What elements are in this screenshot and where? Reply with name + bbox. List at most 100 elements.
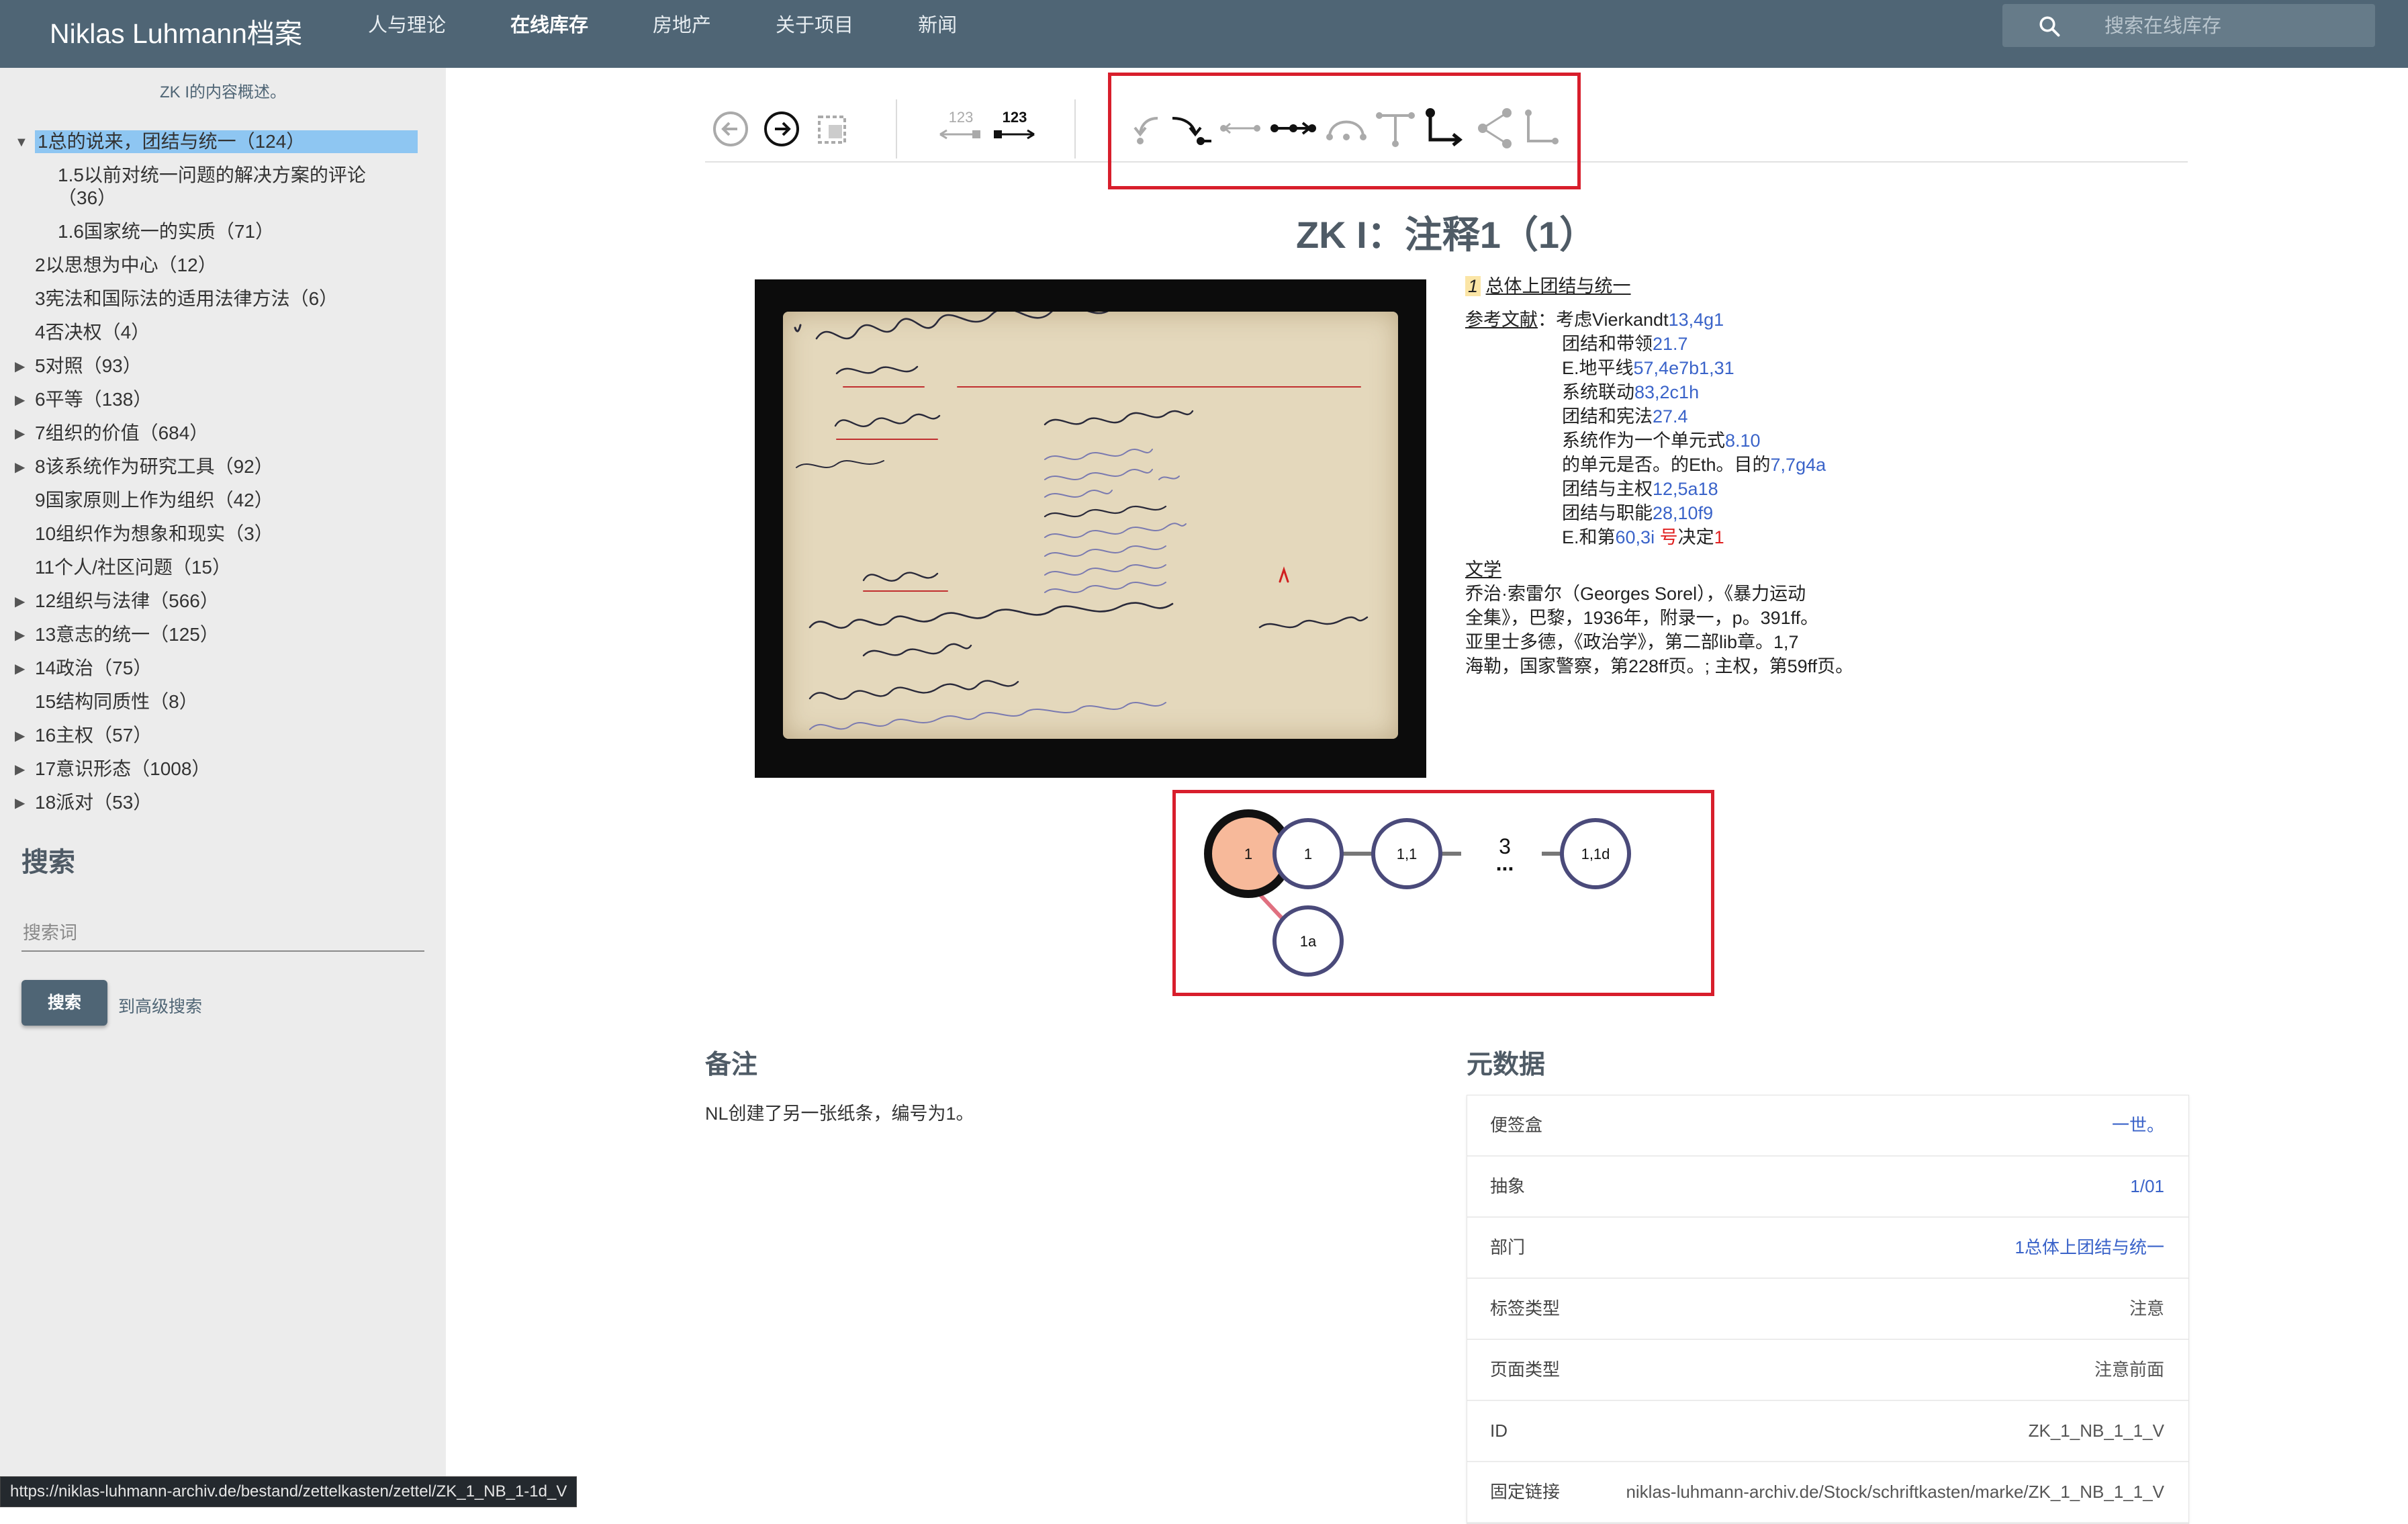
tree-item-16[interactable]: ▶ 16主权（57） [11, 719, 441, 752]
top-navigation-bar: Niklas Luhmann档案 人与理论 在线库存 房地产 关于项目 新闻 [0, 0, 2408, 68]
tree-item-8[interactable]: ▶ 8该系统作为研究工具（92） [11, 450, 441, 484]
caret-right-icon[interactable]: ▶ [15, 758, 25, 781]
tree-item-13[interactable]: ▶ 13意志的统一（125） [11, 618, 441, 652]
metadata-table: 便签盒 一世。 抽象 1/01 部门 1总体上团结与统一 标签类型 注意 页面类型 注意前… [1467, 1095, 2189, 1524]
handwriting-scan [794, 294, 1369, 730]
status-url-bar: https://niklas-luhmann-archiv.de/bestand… [0, 1476, 577, 1507]
transcript-ref-lead: 参考文献：考虑Vierkandt13,4g1 [1465, 310, 1724, 330]
tree-item-1-5[interactable]: 1.5以前对统一问题的解决方案的评论（36） [11, 159, 380, 215]
caret-right-icon[interactable]: ▶ [15, 355, 25, 378]
metadata-row: 抽象 1/01 [1467, 1157, 2188, 1218]
tree-item-12[interactable]: ▶ 12组织与法律（566） [11, 584, 441, 618]
caret-right-icon[interactable]: ▶ [15, 389, 25, 412]
tree-item-9[interactable]: 9国家原则上作为组织（42） [11, 484, 441, 517]
caret-down-icon[interactable]: ▼ [15, 131, 28, 154]
transcript-ref-line: 团结与职能28,10f9 [1562, 503, 1714, 523]
tree-item-7[interactable]: ▶ 7组织的价值（684） [11, 416, 441, 450]
tree-item-1[interactable]: ▼ 1总的说来，团结与统一（124） [11, 125, 441, 159]
back-arrow-icon[interactable] [710, 109, 751, 149]
tree-item-6[interactable]: ▶ 6平等（138） [11, 383, 441, 416]
transcript-ref-line: E.和第60,3i 号决定1 [1562, 527, 1724, 547]
tree-item-2[interactable]: 2以思想为中心（12） [11, 249, 441, 282]
caret-right-icon[interactable]: ▶ [15, 422, 25, 445]
transcript-ref-line: 的单元是否。的Eth。目的7,7g4a [1562, 455, 1826, 475]
sidebar-caption: ZK I的内容概述。 [159, 83, 286, 101]
tree-item-18[interactable]: ▶ 18派对（53） [11, 786, 441, 819]
ref-link[interactable]: 57,4e7b1,31 [1634, 358, 1734, 378]
tree-item-11[interactable]: 11个人/社区问题（15） [11, 551, 441, 584]
metadata-link[interactable]: 1总体上团结与统一 [2015, 1218, 2164, 1278]
ref-link[interactable]: 12,5a18 [1653, 479, 1718, 499]
ref-link[interactable]: 13,4g1 [1669, 310, 1724, 330]
note-card-image[interactable] [755, 279, 1426, 778]
transcript-ref-line: 团结和带领21.7 [1562, 334, 1688, 354]
ref-link[interactable]: 27.4 [1653, 406, 1688, 427]
nav-item-estate[interactable]: 房地产 [653, 0, 711, 68]
ref-link[interactable]: 8.10 [1725, 431, 1761, 451]
select-area-icon[interactable] [814, 110, 851, 148]
caret-right-icon[interactable]: ▶ [15, 624, 25, 647]
metadata-title: 元数据 [1467, 1050, 1546, 1079]
tree-item-4[interactable]: 4否决权（4） [11, 316, 441, 349]
transcript-heading: 总体上团结与统一 [1485, 276, 1631, 296]
sidebar-search-button[interactable]: 搜索 [21, 980, 107, 1026]
sidebar: ZK I的内容概述。 ▼ 1总的说来，团结与统一（124） 1.5以前对统一问题的… [0, 68, 446, 1506]
tree-item-1-6[interactable]: 1.6国家统一的实质（71） [11, 215, 380, 249]
notes-title: 备注 [705, 1050, 758, 1079]
ref-link[interactable]: 83,2c1h [1634, 382, 1699, 402]
transcript-ref-line: 团结与主权12,5a18 [1562, 479, 1718, 499]
caret-right-icon[interactable]: ▶ [15, 658, 25, 680]
note-card-paper [783, 294, 1398, 739]
site-brand[interactable]: Niklas Luhmann档案 [50, 9, 302, 58]
metadata-link[interactable]: 一世。 [2112, 1095, 2164, 1155]
metadata-link[interactable]: 1/01 [2130, 1157, 2164, 1216]
caret-right-icon[interactable]: ▶ [15, 725, 25, 748]
toolbar-divider [1074, 99, 1076, 159]
toolbar-divider [896, 99, 897, 159]
forward-arrow-icon[interactable] [761, 109, 802, 149]
nav-item-people-theory[interactable]: 人与理论 [368, 0, 446, 68]
transcript-ref-line: 系统联动83,2c1h [1562, 382, 1700, 402]
metadata-row: 部门 1总体上团结与统一 [1467, 1218, 2188, 1279]
main-nav: 人与理论 在线库存 房地产 关于项目 新闻 [368, 0, 1021, 68]
note-number-badge: 1 [1465, 276, 1481, 296]
page-title: ZK I：注释1（1） [1295, 214, 1597, 256]
ref-link[interactable]: 21.7 [1653, 334, 1688, 354]
nav-item-online-inventory[interactable]: 在线库存 [510, 0, 588, 68]
ref-link[interactable]: 7,7g4a [1771, 455, 1826, 475]
transcript-ref-line: E.地平线57,4e7b1,31 [1562, 358, 1734, 378]
caret-right-icon[interactable]: ▶ [15, 456, 25, 479]
advanced-search-link[interactable]: 到高级搜索 [118, 993, 202, 1018]
numbering-next-button[interactable]: 123 [991, 109, 1038, 149]
sidebar-search-title: 搜索 [21, 848, 75, 877]
tree-item-17[interactable]: ▶ 17意识形态（1008） [11, 752, 441, 786]
notes-text: NL创建了另一张纸条，编号为1。 [705, 1104, 974, 1124]
literature-line: 全集》，巴黎，1936年，附录一，p。391ff。 [1465, 608, 1819, 628]
literature-line: 海勒，国家警察，第228ff页。; 主权，第59ff页。 [1465, 656, 1854, 676]
nav-item-about[interactable]: 关于项目 [776, 0, 853, 68]
header-search-input[interactable] [2103, 11, 2361, 42]
caret-right-icon[interactable]: ▶ [15, 590, 25, 613]
metadata-row: 便签盒 一世。 [1467, 1095, 2188, 1157]
tree-item-14[interactable]: ▶ 14政治（75） [11, 652, 441, 685]
metadata-row: ID ZK_1_NB_1_1_V [1467, 1401, 2188, 1462]
search-icon[interactable] [2037, 14, 2062, 38]
literature-line: 乔治·索雷尔（Georges Sorel），《暴力运动 [1465, 584, 1806, 604]
contents-tree: ▼ 1总的说来，团结与统一（124） 1.5以前对统一问题的解决方案的评论（36）… [11, 125, 441, 819]
card-transcript: 1 总体上团结与统一 参考文献：考虑Vierkandt13,4g1 团结和带领2… [1465, 274, 1895, 678]
numbering-right-icon [994, 129, 1035, 140]
tree-item-3[interactable]: 3宪法和国际法的适用法律方法（6） [11, 282, 441, 316]
literature-label: 文学 [1465, 559, 1501, 580]
literature-line: 亚里士多德，《政治学》，第二部lib章。1,7 [1465, 632, 1799, 652]
nav-item-news[interactable]: 新闻 [918, 0, 957, 68]
sidebar-search-input[interactable] [21, 915, 424, 952]
tree-item-5[interactable]: ▶ 5对照（93） [11, 349, 441, 383]
tree-item-15[interactable]: 15结构同质性（8） [11, 685, 441, 719]
numbering-prev-button[interactable]: 123 [937, 109, 984, 149]
header-search[interactable] [2002, 4, 2375, 47]
ref-link[interactable]: 60,3i [1616, 527, 1655, 547]
ref-link[interactable]: 28,10f9 [1653, 503, 1713, 523]
tree-item-10[interactable]: 10组织作为想象和现实（3） [11, 517, 441, 551]
caret-right-icon[interactable]: ▶ [15, 792, 25, 815]
metadata-row: 标签类型 注意 [1467, 1279, 2188, 1340]
